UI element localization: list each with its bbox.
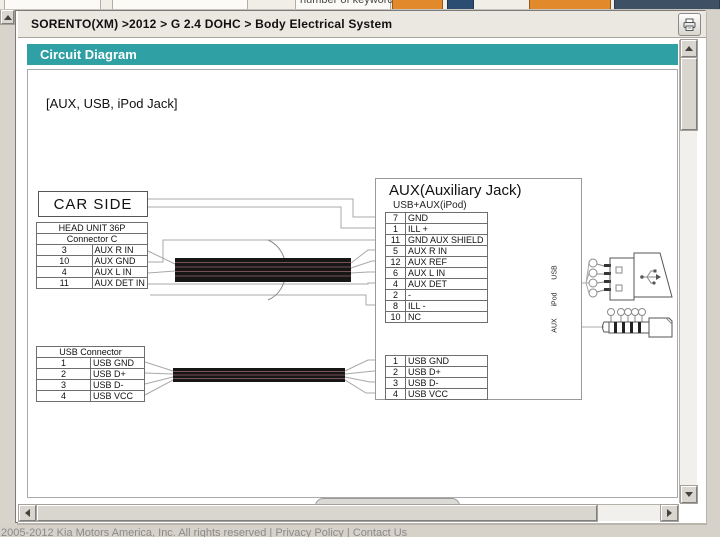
pin-row: 2USB D+ [37,369,145,380]
pin-row: 4USB VCC [37,391,145,402]
pin-row: 10AUX GND [37,256,148,267]
scroll-left-button[interactable] [19,505,36,521]
down-arrow-icon [685,492,693,497]
copyright-text: 2005-2012 Kia Motors America, Inc. All r… [1,527,407,537]
breadcrumb: SORENTO(XM) >2012 > G 2.4 DOHC > Body El… [31,17,392,31]
pin-row: 1ILL + [386,224,488,235]
keyword-label: number of keyword [300,0,394,6]
pin-row: 2USB D+ [386,367,488,378]
pin-row: 4USB VCC [386,389,488,400]
toolbar-button-1[interactable] [392,0,443,10]
pin-row: 4AUX L IN [37,267,148,278]
right-arrow-icon [667,509,672,517]
scroll-right-button[interactable] [661,505,678,521]
usb-connector-table: USB Connector 1USB GND 2USB D+ 3USB D- 4… [36,346,145,402]
pin-row: 12AUX REF [386,257,488,268]
page-title: Circuit Diagram [27,44,678,62]
pin-row: 11AUX DET IN [37,278,148,289]
print-button[interactable] [678,13,701,36]
aux-jack-subtitle: USB+AUX(iPod) [393,200,467,211]
pin-row: 6AUX L IN [386,268,488,279]
pin-row: 1USB GND [37,358,145,369]
left-panel-strip [0,10,15,524]
pin-row: 2- [386,290,488,301]
left-panel-scroll-up-button[interactable] [1,10,14,24]
pin-row: 8ILL - [386,301,488,312]
aux-usb-pin-table: 1USB GND 2USB D+ 3USB D- 4USB VCC [385,355,488,400]
aux-jack-title: AUX(Auxiliary Jack) [389,182,522,199]
table-header: HEAD UNIT 36P [37,223,148,234]
top-toolbar: number of keyword [0,0,720,10]
toolbar-field-2[interactable] [112,0,248,10]
horizontal-scrollbar[interactable] [19,504,679,521]
toolbar-field-1[interactable] [4,0,101,10]
port-label-aux: AUX [552,313,559,339]
port-label-usb: USB [552,260,559,286]
section-header: Circuit Diagram [27,44,678,65]
table-header: USB Connector [37,347,145,358]
car-side-label: CAR SIDE [54,196,133,213]
scroll-up-button[interactable] [681,40,697,57]
table-header: Connector C [37,234,148,245]
vertical-scroll-thumb[interactable] [681,58,697,130]
car-side-box: CAR SIDE [38,191,148,217]
service-manual-page: number of keyword SORENTO(XM) >2012 > G … [0,0,720,537]
toolbar-button-2[interactable] [447,0,474,10]
port-label-ipod: iPod [552,287,559,313]
printer-icon [682,18,697,32]
aux-pin-table: 7GND 1ILL + 11GND AUX SHIELD 5AUX R IN 1… [385,212,488,323]
pin-row: 4AUX DET [386,279,488,290]
pin-row: 3USB D- [386,378,488,389]
up-arrow-icon [4,15,12,20]
diagram-caption: [AUX, USB, iPod Jack] [46,96,178,111]
breadcrumb-bar: SORENTO(XM) >2012 > G 2.4 DOHC > Body El… [18,11,706,38]
pin-row: 10NC [386,312,488,323]
vertical-scrollbar[interactable] [679,40,697,503]
up-arrow-icon [685,46,693,51]
pin-row: 11GND AUX SHIELD [386,235,488,246]
scroll-down-button[interactable] [681,486,697,503]
pin-row: 1USB GND [386,356,488,367]
horizontal-scroll-thumb[interactable] [37,505,597,521]
pin-row: 5AUX R IN [386,246,488,257]
toolbar-button-3[interactable] [529,0,611,10]
head-unit-table: HEAD UNIT 36P Connector C 3AUX R IN 10AU… [36,222,148,289]
left-arrow-icon [25,509,30,517]
pin-row: 7GND [386,213,488,224]
pin-row: 3AUX R IN [37,245,148,256]
toolbar-button-4[interactable] [614,0,720,10]
pin-row: 3USB D- [37,380,145,391]
